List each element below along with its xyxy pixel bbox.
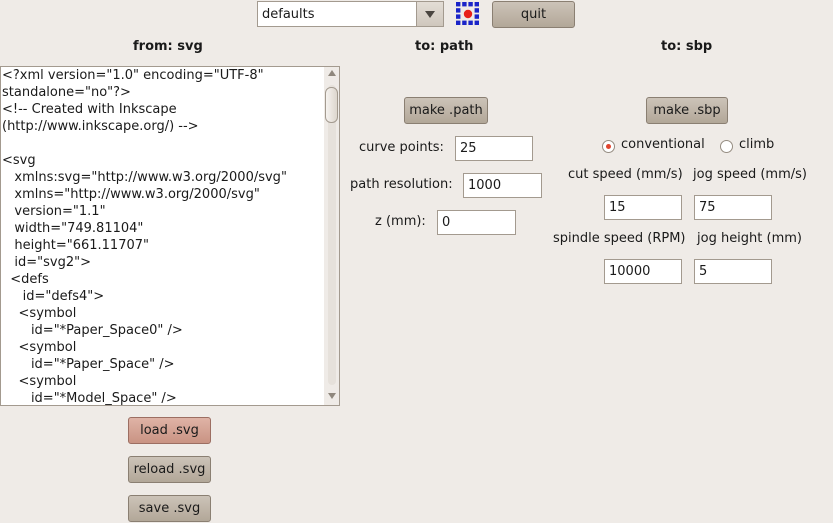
- save-svg-button[interactable]: save .svg: [128, 495, 211, 522]
- conventional-radio[interactable]: [602, 140, 615, 153]
- to-sbp-header: to: sbp: [661, 39, 713, 54]
- fab-logo-icon: [456, 2, 479, 25]
- conventional-radio-label[interactable]: conventional: [621, 137, 705, 152]
- jog-height-label: jog height (mm): [697, 231, 802, 246]
- to-path-header: to: path: [415, 39, 474, 54]
- reload-svg-button[interactable]: reload .svg: [128, 456, 211, 483]
- scroll-down-icon[interactable]: [328, 393, 336, 399]
- z-mm-label: z (mm):: [375, 214, 426, 229]
- quit-button[interactable]: quit: [492, 1, 575, 28]
- preset-dropdown[interactable]: defaults: [257, 1, 444, 27]
- path-resolution-input[interactable]: [463, 173, 542, 198]
- scrollbar-trough[interactable]: [328, 85, 336, 385]
- make-path-button[interactable]: make .path: [404, 97, 488, 124]
- svg-text-content[interactable]: <?xml version="1.0" encoding="UTF-8" sta…: [2, 67, 322, 405]
- path-resolution-label: path resolution:: [350, 177, 453, 192]
- from-svg-header: from: svg: [133, 39, 203, 54]
- load-svg-button[interactable]: load .svg: [128, 417, 211, 444]
- spindle-speed-label: spindle speed (RPM): [553, 231, 686, 246]
- dropdown-arrow[interactable]: [416, 2, 443, 26]
- jog-height-input[interactable]: [694, 259, 772, 284]
- jog-speed-input[interactable]: [694, 195, 772, 220]
- scroll-up-icon[interactable]: [328, 70, 336, 76]
- spindle-speed-input[interactable]: [604, 259, 682, 284]
- curve-points-label: curve points:: [359, 140, 444, 155]
- preset-dropdown-value: defaults: [262, 7, 315, 22]
- cut-speed-label: cut speed (mm/s): [568, 167, 683, 182]
- editor-scrollbar[interactable]: [324, 67, 339, 405]
- cut-speed-input[interactable]: [604, 195, 682, 220]
- climb-radio[interactable]: [720, 140, 733, 153]
- make-sbp-button[interactable]: make .sbp: [646, 97, 728, 124]
- scrollbar-thumb[interactable]: [325, 87, 338, 123]
- curve-points-input[interactable]: [455, 136, 533, 161]
- z-mm-input[interactable]: [437, 210, 516, 235]
- svg-text-editor[interactable]: <?xml version="1.0" encoding="UTF-8" sta…: [0, 66, 340, 406]
- climb-radio-label[interactable]: climb: [739, 137, 774, 152]
- jog-speed-label: jog speed (mm/s): [693, 167, 807, 182]
- chevron-down-icon: [425, 11, 435, 18]
